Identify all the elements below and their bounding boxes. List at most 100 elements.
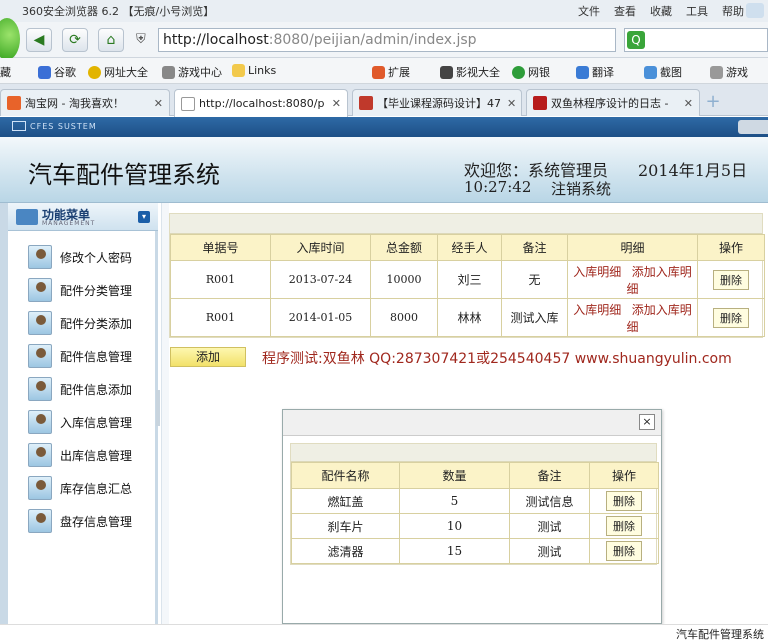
books-icon (16, 209, 38, 225)
col-header-quantity: 数量 (399, 462, 510, 489)
cell-receipt-no: R001 (170, 298, 271, 337)
inbound-detail-link[interactable]: 入库明细 (573, 303, 621, 317)
tab-taobao[interactable]: 淘宝网 - 淘我喜欢！ ✕ (0, 89, 170, 116)
sidebar-subtitle: MANAGEMENT (42, 220, 96, 227)
cell-part-name: 燃缸盖 (291, 488, 400, 514)
refresh-icon: ⟳ (69, 32, 81, 48)
close-tab-icon[interactable]: ✕ (678, 97, 693, 110)
search-box[interactable]: Q (624, 28, 768, 52)
table-row: R001 2014-01-05 8000 林林 测试入库 入库明细 添加入库明细… (170, 298, 765, 337)
back-arrow-icon: ◀ (33, 32, 45, 48)
home-button[interactable]: ⌂ (98, 28, 124, 52)
fav-url-directory[interactable]: 网址大全 (88, 64, 148, 80)
close-tab-icon[interactable]: ✕ (326, 97, 341, 110)
cell-quantity: 10 (399, 513, 510, 539)
user-icon (28, 245, 52, 269)
add-button[interactable]: 添加 (170, 347, 246, 367)
shield-icon: ⛨ (136, 32, 146, 47)
detail-table-panel: 配件名称 数量 备注 操作 燃缸盖 5 测试信息 删除 刹车片 10 测试 删除 (290, 443, 659, 565)
fav-banking[interactable]: 网银 (512, 64, 550, 80)
fav-screenshot[interactable]: 截图 (644, 64, 682, 80)
collapse-toggle-icon[interactable]: ▾ (138, 211, 150, 223)
add-inbound-detail-link[interactable]: 添加入库明细 (626, 303, 691, 334)
fav-extensions[interactable]: 扩展 (372, 64, 410, 80)
browser-menubar: 文件 查看 收藏 工具 帮助 (578, 3, 744, 19)
close-icon[interactable]: × (639, 414, 655, 430)
new-tab-button[interactable]: + (702, 92, 724, 112)
sidebar-item-inventory-manage[interactable]: 盘存信息管理 (8, 506, 158, 536)
user-icon (28, 344, 52, 368)
window-control[interactable] (738, 120, 768, 134)
sidebar-item-change-password[interactable]: 修改个人密码 (8, 242, 158, 272)
col-header-part-name: 配件名称 (291, 462, 400, 489)
monitor-icon (12, 121, 26, 131)
dialog-titlebar: × (283, 410, 661, 436)
sidebar-item-outbound-manage[interactable]: 出库信息管理 (8, 440, 158, 470)
table-header-row: 配件名称 数量 备注 操作 (291, 462, 659, 489)
cell-handler: 刘三 (437, 260, 502, 299)
menu-favorites[interactable]: 收藏 (650, 3, 672, 19)
extension-icon (372, 65, 385, 79)
menu-tools[interactable]: 工具 (686, 3, 708, 19)
menu-file[interactable]: 文件 (578, 3, 600, 19)
splitter-handle[interactable] (156, 390, 160, 426)
col-header-receipt-no: 单据号 (170, 234, 271, 261)
cell-action: 删除 (697, 298, 765, 337)
google-icon (38, 65, 51, 79)
refresh-button[interactable]: ⟳ (62, 28, 88, 52)
delete-button[interactable]: 删除 (606, 541, 642, 561)
menu-view[interactable]: 查看 (614, 3, 636, 19)
bank-icon (512, 65, 525, 79)
col-header-action: 操作 (589, 462, 659, 489)
user-icon (28, 311, 52, 335)
globe-icon (88, 65, 101, 79)
shop-icon (359, 96, 373, 110)
browser-navbar: ◀ ⟳ ⌂ ⛨ http://localhost:8080/peijian/ad… (0, 22, 768, 58)
current-time: 10:27:42 (464, 178, 532, 196)
sidebar-item-inbound-manage[interactable]: 入库信息管理 (8, 407, 158, 437)
delete-button[interactable]: 删除 (713, 269, 749, 290)
table-row: R001 2013-07-24 10000 刘三 无 入库明细 添加入库明细 删… (170, 260, 765, 299)
skin-icon[interactable] (746, 3, 764, 18)
fav-google[interactable]: 谷歌 (38, 64, 76, 80)
sidebar-item-part-add[interactable]: 配件信息添加 (8, 374, 158, 404)
close-tab-icon[interactable]: ✕ (501, 97, 516, 110)
close-tab-icon[interactable]: ✕ (148, 97, 163, 110)
tab-localhost[interactable]: http://localhost:8080/p ✕ (174, 89, 348, 117)
sidebar-item-part-manage[interactable]: 配件信息管理 (8, 341, 158, 371)
fav-links[interactable]: Links (232, 64, 276, 77)
add-inbound-detail-link[interactable]: 添加入库明细 (626, 265, 691, 296)
tab-course-source[interactable]: 【毕业课程源码设计】47 ✕ (352, 89, 522, 116)
translate-icon (576, 65, 589, 79)
user-icon (28, 476, 52, 500)
inbound-detail-link[interactable]: 入库明细 (573, 265, 621, 279)
fav-game-center[interactable]: 游戏中心 (162, 64, 222, 80)
sidebar-item-category-manage[interactable]: 配件分类管理 (8, 275, 158, 305)
search-engine-icon[interactable]: Q (627, 31, 645, 49)
favorites-collapse[interactable]: 藏 (0, 64, 11, 80)
delete-button[interactable]: 删除 (713, 307, 749, 328)
fav-translate[interactable]: 翻译 (576, 64, 614, 80)
fav-games[interactable]: 游戏 (710, 64, 748, 80)
back-button[interactable]: ◀ (26, 28, 52, 52)
col-header-inbound-time: 入库时间 (270, 234, 371, 261)
cell-total-amount: 8000 (370, 298, 438, 337)
delete-button[interactable]: 删除 (606, 491, 642, 511)
sidebar-header: 功能菜单 MANAGEMENT ▾ (8, 203, 158, 231)
delete-button[interactable]: 删除 (606, 516, 642, 536)
taobao-icon (7, 96, 21, 110)
current-date: 2014年1月5日 (638, 161, 748, 180)
system-title: 汽车配件管理系统 (28, 161, 220, 189)
address-bar[interactable]: http://localhost:8080/peijian/admin/inde… (158, 28, 616, 52)
favorites-bar: 藏 谷歌 网址大全 游戏中心 Links 扩展 影视大全 网银 翻译 截图 游戏 (0, 58, 768, 84)
gamepad-icon (162, 65, 175, 79)
tab-blog[interactable]: 双鱼林程序设计的日志 - ✕ (526, 89, 700, 116)
user-icon (28, 443, 52, 467)
fav-video[interactable]: 影视大全 (440, 64, 500, 80)
sidebar-item-category-add[interactable]: 配件分类添加 (8, 308, 158, 338)
panel-splitter[interactable] (161, 203, 169, 640)
sidebar-item-stock-summary[interactable]: 库存信息汇总 (8, 473, 158, 503)
cell-total-amount: 10000 (370, 260, 438, 299)
logout-link[interactable]: 注销系统 (551, 178, 611, 199)
menu-help[interactable]: 帮助 (722, 3, 744, 19)
